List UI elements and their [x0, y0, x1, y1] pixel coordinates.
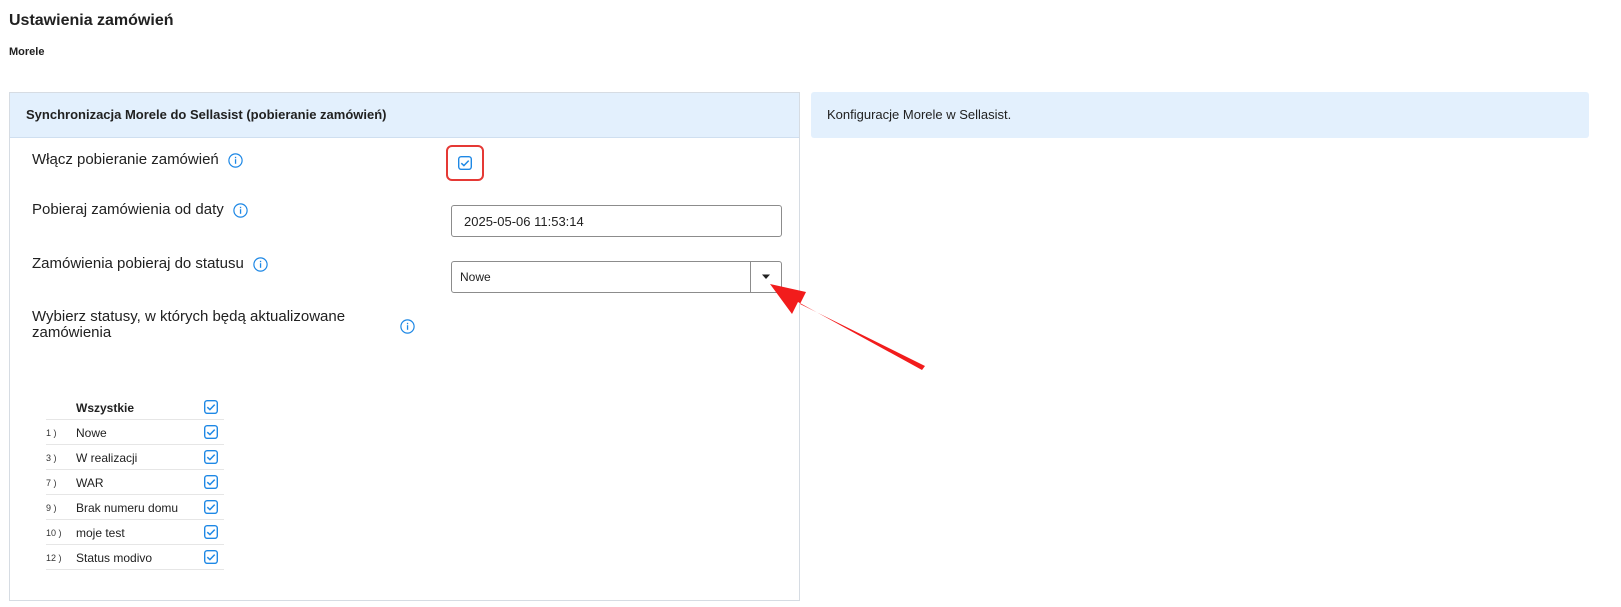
- status-select-value: Nowe: [460, 270, 491, 284]
- side-info-text: Konfiguracje Morele w Sellasist.: [827, 107, 1012, 122]
- enable-download-checkbox[interactable]: [457, 155, 473, 171]
- date-input[interactable]: [451, 205, 782, 237]
- status-checkbox[interactable]: [203, 424, 219, 440]
- status-name: Brak numeru domu: [76, 501, 179, 515]
- info-icon[interactable]: [228, 153, 243, 168]
- enable-download-label: Włącz pobieranie zamówień: [32, 151, 219, 168]
- status-id: 9 ): [46, 503, 57, 513]
- status-row: 7 ) WAR: [46, 470, 224, 495]
- status-id: 12 ): [46, 553, 62, 563]
- sync-panel-title: Synchronizacja Morele do Sellasist (pobi…: [10, 93, 799, 138]
- status-row: 3 ) W realizacji: [46, 445, 224, 470]
- status-name: Status modivo: [76, 551, 153, 565]
- update-statuses-row: Wybierz statusy, w których będą aktualiz…: [32, 309, 422, 341]
- status-checkbox[interactable]: [203, 499, 219, 515]
- status-name: W realizacji: [76, 451, 138, 465]
- status-id: 10 ): [46, 528, 62, 538]
- status-checkbox[interactable]: [203, 449, 219, 465]
- side-info-box: Konfiguracje Morele w Sellasist.: [811, 92, 1589, 138]
- status-select[interactable]: Nowe: [451, 261, 782, 293]
- status-name: moje test: [76, 526, 125, 540]
- statuses-all-label: Wszystkie: [76, 401, 135, 415]
- status-label: Zamówienia pobieraj do statusu: [32, 255, 244, 272]
- red-arrow-annotation: [770, 284, 925, 370]
- status-row: 9 ) Brak numeru domu: [46, 495, 224, 520]
- info-icon[interactable]: [233, 203, 248, 218]
- page-title: Ustawienia zamówień: [9, 12, 174, 29]
- statuses-all-row: Wszystkie: [46, 395, 224, 420]
- date-row: Pobieraj zamówienia od daty: [32, 201, 248, 218]
- date-label: Pobieraj zamówienia od daty: [32, 201, 224, 218]
- status-name: WAR: [76, 476, 104, 490]
- statuses-all-checkbox[interactable]: [203, 399, 219, 415]
- sync-panel: Synchronizacja Morele do Sellasist (pobi…: [9, 92, 800, 601]
- info-icon[interactable]: [253, 257, 268, 272]
- status-id: 7 ): [46, 478, 57, 488]
- enable-download-checkbox-highlight: [446, 145, 484, 181]
- status-id: 3 ): [46, 453, 57, 463]
- status-row: 12 ) Status modivo: [46, 545, 224, 570]
- enable-download-row: Włącz pobieranie zamówień: [32, 151, 243, 168]
- status-row: Zamówienia pobieraj do statusu: [32, 255, 268, 272]
- status-id: 1 ): [46, 428, 57, 438]
- status-row: 1 ) Nowe: [46, 420, 224, 445]
- status-checkbox[interactable]: [203, 524, 219, 540]
- statuses-list: Wszystkie 1 ) Nowe 3 ) W realizacji 7 ) WAR 9 …: [46, 395, 224, 570]
- info-icon[interactable]: [400, 319, 415, 334]
- status-row: 10 ) moje test: [46, 520, 224, 545]
- status-name: Nowe: [76, 426, 107, 440]
- status-checkbox[interactable]: [203, 474, 219, 490]
- page-subtitle: Morele: [9, 46, 45, 58]
- status-checkbox[interactable]: [203, 549, 219, 565]
- update-statuses-label: Wybierz statusy, w których będą aktualiz…: [32, 308, 346, 341]
